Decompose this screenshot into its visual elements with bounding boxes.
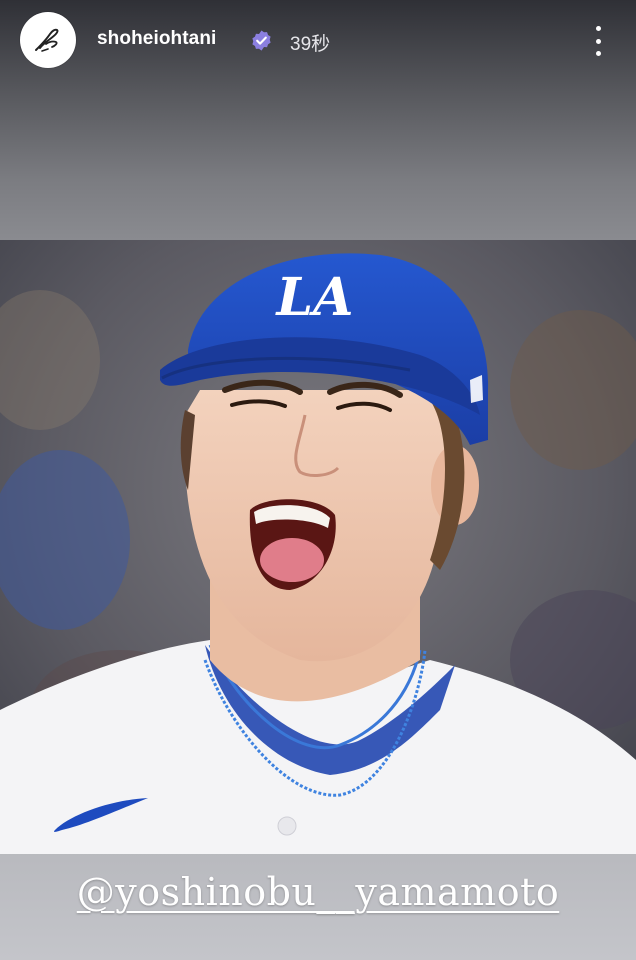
signature-avatar-icon: [35, 28, 59, 52]
post-time: 39秒: [290, 34, 331, 55]
story-viewer: shoheiohtani 39秒 LA @yoshinobu__yamamoto: [0, 0, 636, 960]
more-vertical-icon: [595, 26, 601, 31]
mention-sticker-container: @yoshinobu__yamamoto: [0, 870, 636, 914]
story-photo: LA: [0, 240, 636, 854]
player-photo-illustration: LA: [0, 240, 636, 854]
profile-avatar[interactable]: [20, 12, 76, 68]
la-cap-logo: LA: [275, 267, 354, 328]
verified-badge-icon: [252, 30, 271, 51]
story-header: shoheiohtani 39秒: [0, 0, 636, 82]
mention-sticker[interactable]: @yoshinobu__yamamoto: [77, 870, 560, 914]
more-options-button[interactable]: [590, 24, 606, 58]
username[interactable]: shoheiohtani: [97, 28, 216, 50]
